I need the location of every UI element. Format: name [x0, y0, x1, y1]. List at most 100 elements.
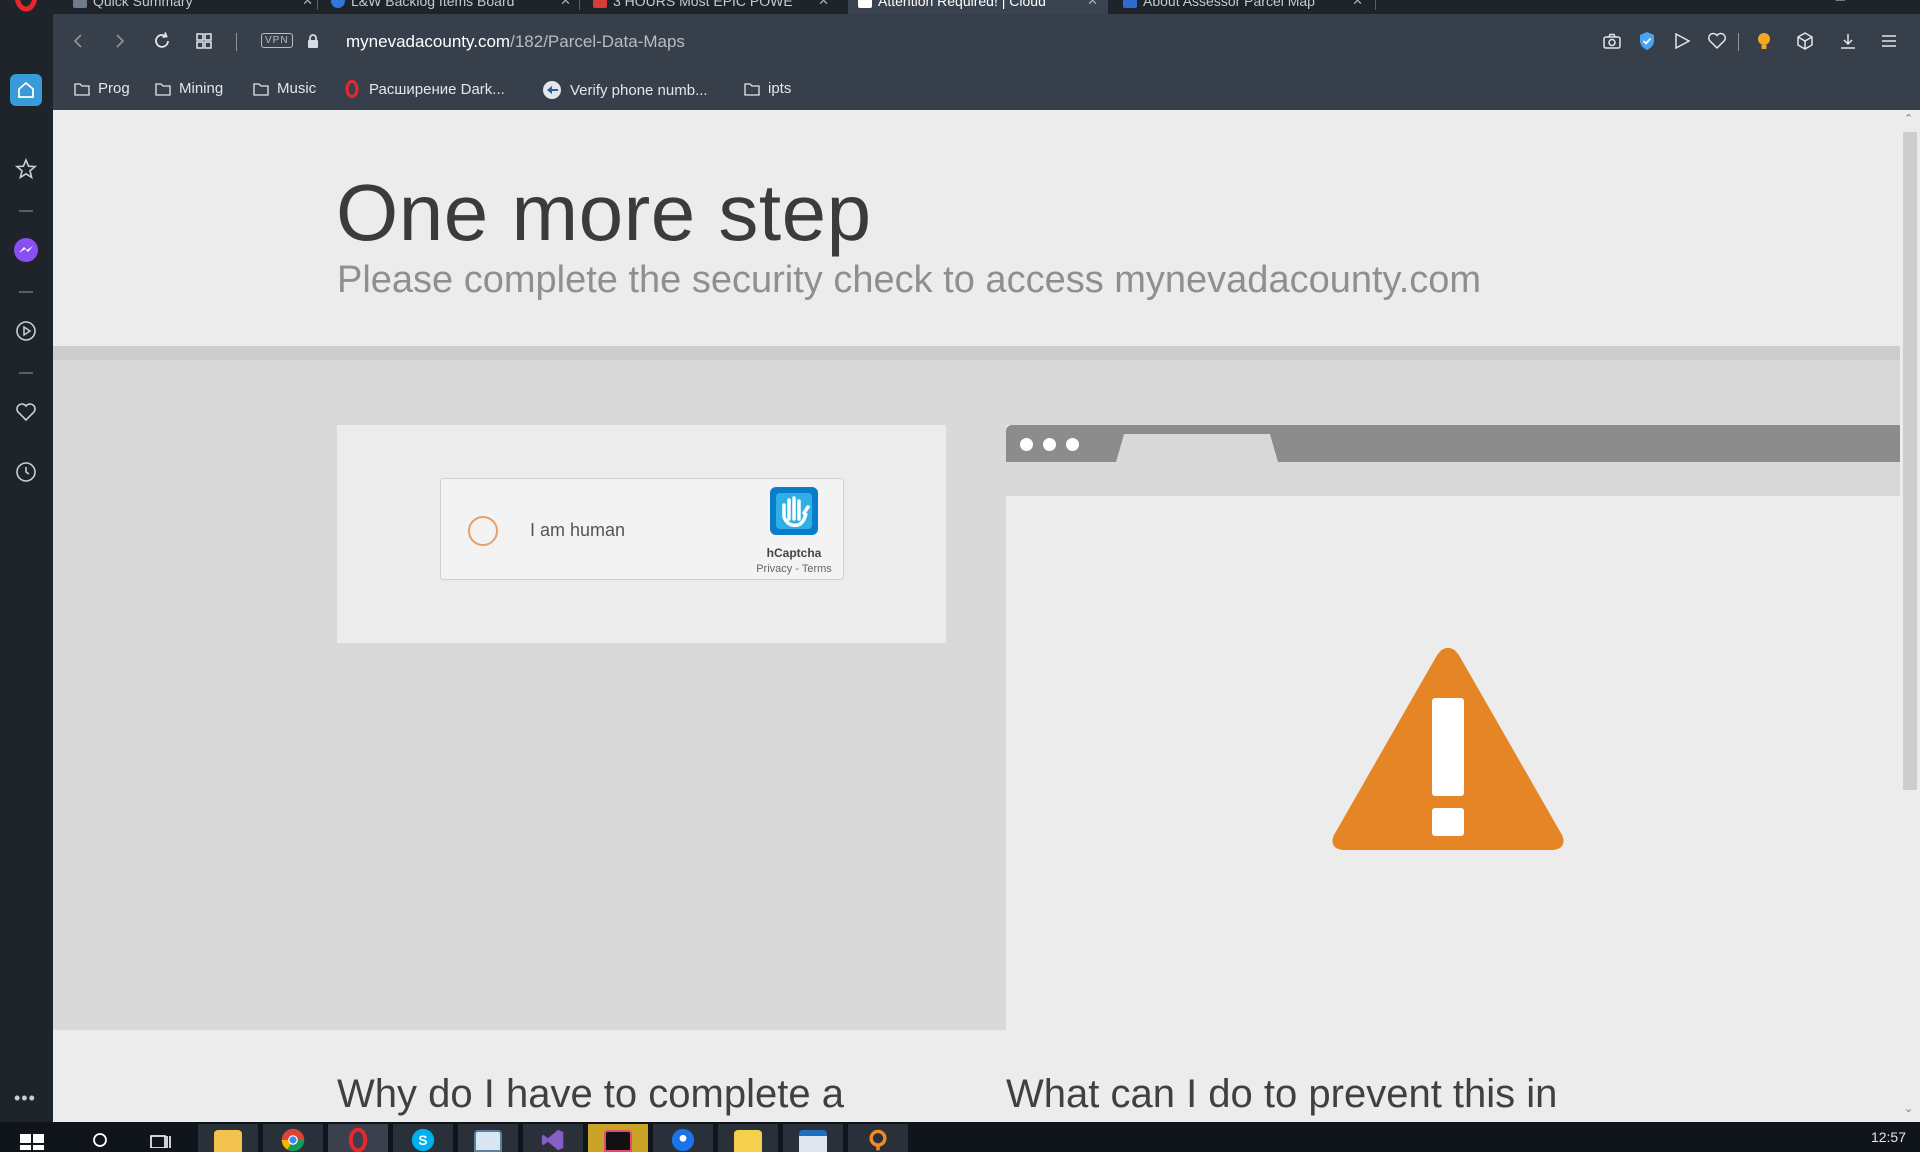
band-divider — [53, 346, 1900, 360]
page-content: One more step Please complete the securi… — [53, 110, 1900, 1122]
url-domain: mynevadacounty.com — [346, 32, 511, 51]
url-path: /182/Parcel-Data-Maps — [510, 32, 685, 51]
lock-icon[interactable] — [302, 30, 324, 52]
task-view-icon[interactable] — [134, 1124, 186, 1152]
tab-divider — [1375, 0, 1376, 10]
orange-app-icon[interactable] — [848, 1124, 908, 1152]
download-icon[interactable] — [1837, 30, 1859, 52]
bookmark-verify-phone[interactable]: Verify phone numb... — [542, 80, 708, 100]
illustration-dot — [1066, 438, 1079, 451]
hcaptcha-widget: I am human hCaptcha Privacy - Terms — [440, 478, 844, 580]
page-scrollbar[interactable]: ⌃ ⌄ — [1900, 110, 1920, 1122]
tab-assessor-parcel-map[interactable]: About Assessor Parcel Map ✕ — [1113, 0, 1373, 14]
home-icon[interactable] — [10, 74, 42, 106]
opera-icon — [345, 80, 359, 98]
scrollbar-thumb[interactable] — [1903, 132, 1917, 790]
player-icon[interactable] — [10, 315, 42, 347]
heart-icon[interactable] — [10, 396, 42, 428]
tab-title: Quick Summary — [93, 0, 193, 9]
page-title: One more step — [336, 168, 872, 257]
send-arrow-icon[interactable] — [1671, 30, 1693, 52]
url-field[interactable]: mynevadacounty.com/182/Parcel-Data-Maps — [346, 32, 685, 52]
close-icon[interactable]: ✕ — [560, 0, 571, 9]
minimize-icon[interactable]: — — [1786, 0, 1800, 4]
close-icon[interactable]: ✕ — [818, 0, 829, 9]
vpn-badge[interactable]: VPN — [261, 33, 293, 48]
sidebar-divider — [19, 210, 33, 212]
remote-desktop-icon[interactable] — [783, 1124, 843, 1152]
folder-icon — [155, 82, 171, 96]
notes-icon[interactable] — [718, 1124, 778, 1152]
new-tab-icon[interactable]: + — [1388, 0, 1396, 4]
visual-studio-icon[interactable] — [523, 1124, 583, 1152]
tab-backlog-board[interactable]: L&W Backlog Items Board ✕ — [321, 0, 581, 14]
tab-quick-summary[interactable]: Quick Summary ✕ — [63, 0, 323, 14]
captcha-checkbox[interactable] — [468, 516, 498, 546]
back-icon[interactable] — [67, 30, 89, 52]
bookmark-mining[interactable]: Mining — [155, 80, 223, 97]
illustration-dot — [1043, 438, 1056, 451]
maps-pin-icon[interactable] — [653, 1124, 713, 1152]
search-tabs-icon[interactable]: ‹ — [1736, 0, 1741, 4]
bookmark-label: Mining — [179, 80, 224, 97]
more-icon[interactable]: ••• — [14, 1088, 36, 1109]
scroll-down-icon[interactable]: ⌄ — [1904, 1102, 1913, 1115]
favicon-icon — [331, 0, 345, 8]
tab-attention-required[interactable]: Attention Required! | Cloud ✕ — [848, 0, 1108, 14]
close-icon[interactable]: ✕ — [1087, 0, 1098, 9]
reload-icon[interactable] — [151, 30, 173, 52]
bookmark-label: Prog — [98, 80, 130, 97]
scroll-up-icon[interactable]: ⌃ — [1904, 112, 1913, 125]
security-app-icon[interactable] — [458, 1124, 518, 1152]
windows-start-icon[interactable] — [0, 1124, 64, 1152]
chrome-icon[interactable] — [263, 1124, 323, 1152]
history-clock-icon[interactable] — [10, 456, 42, 488]
easy-setup-bulb-icon[interactable] — [1753, 30, 1775, 52]
folder-icon — [253, 82, 269, 96]
opera-taskbar-icon[interactable] — [328, 1124, 388, 1152]
privacy-terms-link[interactable]: Privacy - Terms — [751, 563, 837, 575]
ad-blocker-shield-icon[interactable] — [1636, 30, 1658, 52]
tab-epic-power[interactable]: 3 HOURS Most EPIC POWE ✕ — [583, 0, 839, 14]
easy-setup-menu-icon[interactable] — [1878, 30, 1900, 52]
window-close-icon[interactable]: ✕ — [1888, 0, 1900, 5]
file-explorer-icon[interactable] — [198, 1124, 258, 1152]
messenger-icon[interactable] — [10, 234, 42, 266]
close-icon[interactable]: ✕ — [302, 0, 313, 9]
tab-title: 3 HOURS Most EPIC POWE — [613, 0, 793, 9]
globe-icon — [543, 81, 561, 99]
snapshot-camera-icon[interactable] — [1601, 30, 1623, 52]
bookmark-label: Расширение Dark... — [369, 80, 505, 98]
close-icon[interactable]: ✕ — [1352, 0, 1363, 9]
bookmark-heart-icon[interactable] — [1706, 30, 1728, 52]
why-complete-heading: Why do I have to complete a — [337, 1072, 844, 1116]
windows-taskbar: S 12:57 — [0, 1122, 1920, 1152]
skype-icon[interactable]: S — [393, 1124, 453, 1152]
bookmark-prog[interactable]: Prog — [74, 80, 130, 97]
illustration-toolbar — [1006, 462, 1900, 496]
favicon-icon — [858, 0, 872, 8]
tab-strip: Quick Summary ✕ L&W Backlog Items Board … — [53, 0, 1920, 14]
folder-icon — [744, 82, 760, 96]
tabs-grid-icon[interactable] — [193, 30, 215, 52]
forward-icon[interactable] — [109, 30, 131, 52]
sidebar-divider — [19, 291, 33, 293]
bookmark-dark-extension[interactable]: Расширение Dark... — [343, 80, 505, 98]
maximize-icon[interactable]: □ — [1836, 0, 1844, 4]
folder-icon — [74, 82, 90, 96]
opera-sidebar: ••• — [0, 0, 53, 1122]
bookmark-label: Music — [277, 80, 317, 97]
rider-icon[interactable] — [588, 1124, 648, 1152]
extensions-cube-icon[interactable] — [1794, 30, 1816, 52]
page-subtitle: Please complete the security check to ac… — [337, 259, 1482, 301]
illustration-dot — [1020, 438, 1033, 451]
bookmark-ipts[interactable]: ipts — [744, 80, 791, 97]
prevent-heading: What can I do to prevent this in — [1006, 1072, 1558, 1116]
bookmark-music[interactable]: Music — [253, 80, 316, 97]
search-icon[interactable] — [74, 1124, 126, 1152]
opera-logo-icon[interactable] — [12, 0, 40, 12]
tab-title: L&W Backlog Items Board — [351, 0, 515, 9]
screen: ••• Quick Summary ✕ L&W Backlog Items Bo… — [0, 0, 1920, 1152]
taskbar-clock[interactable]: 12:57 — [1871, 1129, 1906, 1145]
star-icon[interactable] — [10, 153, 42, 185]
